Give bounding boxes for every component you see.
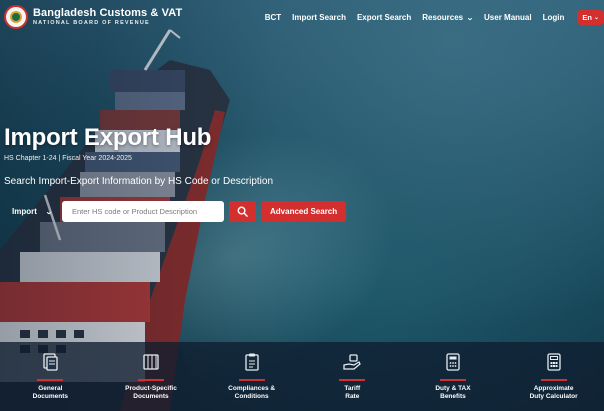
calculator-doc-icon: [442, 351, 464, 373]
category-label: General Documents: [32, 384, 69, 401]
nav-resources-label: Resources: [422, 12, 464, 22]
main-nav: BCT Import Search Export Search Resource…: [265, 9, 604, 25]
chevron-down-icon: ⌄: [45, 208, 53, 216]
chevron-down-icon: ⌄: [593, 14, 599, 21]
category-underline: [137, 379, 164, 381]
category-bar: General Documents Product-Specific Docum…: [0, 342, 604, 411]
nbr-logo[interactable]: [4, 5, 28, 29]
nav-bct[interactable]: BCT: [265, 13, 281, 22]
nav-user-manual[interactable]: User Manual: [484, 13, 532, 22]
language-switcher[interactable]: En ⌄: [577, 9, 604, 25]
category-underline: [238, 379, 265, 381]
clipboard-icon: [241, 351, 263, 373]
search-bar: Import ⌄ Advanced Search: [12, 201, 347, 222]
page-title: Import Export Hub: [4, 124, 212, 151]
top-navbar: Bangladesh Customs & VAT NATIONAL BOARD …: [0, 0, 604, 34]
tariff-hand-icon: [341, 351, 363, 373]
calculator-icon: [543, 351, 565, 373]
search-input[interactable]: [62, 201, 224, 222]
trade-type-value: Import: [12, 207, 37, 216]
category-product-specific-documents[interactable]: Product-Specific Documents: [106, 351, 196, 402]
category-duty-calculator[interactable]: Approximate Duty Calculator: [509, 351, 599, 402]
search-button[interactable]: [229, 201, 256, 222]
category-duty-tax-benefits[interactable]: Duty & TAX Benefits: [408, 351, 498, 402]
nav-login[interactable]: Login: [543, 13, 565, 22]
category-label: Tariff Rate: [344, 384, 361, 401]
hs-fiscal-info: HS Chapter 1-24 | Fiscal Year 2024-2025: [4, 155, 132, 162]
advanced-search-button[interactable]: Advanced Search: [261, 201, 347, 222]
language-label: En: [582, 12, 592, 22]
nav-resources[interactable]: Resources ⌄: [422, 12, 474, 22]
category-label: Duty & TAX Benefits: [435, 384, 471, 401]
brand-title: Bangladesh Customs & VAT: [33, 6, 183, 19]
search-icon: [237, 206, 248, 217]
category-underline: [37, 379, 64, 381]
category-underline: [339, 379, 366, 381]
category-tariff-rate[interactable]: Tariff Rate: [307, 351, 397, 402]
nav-export-search[interactable]: Export Search: [357, 13, 411, 22]
category-label: Product-Specific Documents: [125, 384, 177, 401]
chevron-down-icon: ⌄: [466, 14, 474, 22]
category-compliances-conditions[interactable]: Compliances & Conditions: [207, 351, 297, 402]
document-stack-icon: [39, 351, 61, 373]
search-instruction: Search Import-Export Information by HS C…: [4, 176, 273, 187]
product-document-icon: [140, 351, 162, 373]
category-underline: [439, 379, 466, 381]
category-general-documents[interactable]: General Documents: [5, 351, 95, 402]
brand-subtitle: NATIONAL BOARD OF REVENUE: [33, 19, 150, 26]
category-underline: [540, 379, 567, 381]
category-label: Approximate Duty Calculator: [529, 384, 578, 401]
trade-type-select[interactable]: Import ⌄: [12, 207, 62, 216]
category-label: Compliances & Conditions: [228, 384, 276, 401]
brand[interactable]: Bangladesh Customs & VAT NATIONAL BOARD …: [33, 6, 183, 27]
nav-import-search[interactable]: Import Search: [292, 13, 346, 22]
